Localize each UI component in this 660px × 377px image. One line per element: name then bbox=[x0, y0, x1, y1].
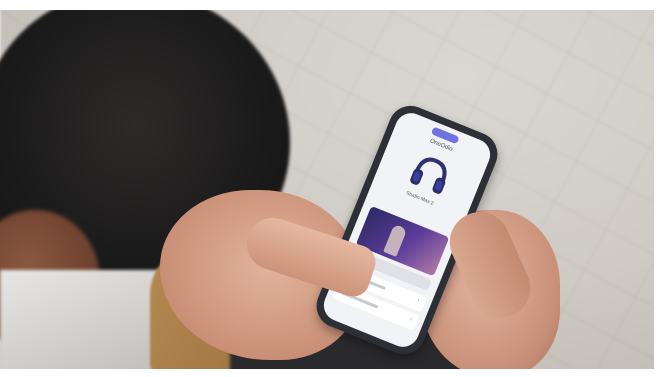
chevron-right-icon: › bbox=[415, 297, 421, 305]
frame-border-bottom bbox=[0, 369, 660, 377]
frame-border-top bbox=[0, 0, 660, 10]
chevron-right-icon: › bbox=[408, 315, 414, 324]
frame-border-right bbox=[654, 0, 660, 377]
promo-person-figure bbox=[383, 223, 408, 257]
photo-scene: OneOdio Studio Max 2 › › bbox=[0, 0, 660, 377]
